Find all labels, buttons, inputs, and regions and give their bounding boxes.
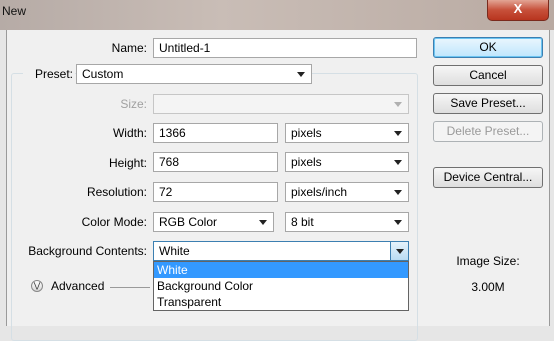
- background-contents-list: White Background Color Transparent: [153, 261, 409, 311]
- device-central-button[interactable]: Device Central...: [433, 167, 543, 188]
- advanced-divider: [110, 287, 150, 288]
- title-bar: New X: [0, 0, 554, 30]
- dropdown-button[interactable]: [390, 242, 408, 260]
- size-dropdown: [153, 94, 409, 114]
- image-size-label: Image Size:: [456, 254, 520, 268]
- image-size-value: 3.00M: [471, 280, 505, 294]
- color-mode-label: Color Mode:: [81, 215, 147, 229]
- preset-label: Preset:: [23, 67, 75, 81]
- width-unit-value: pixels: [291, 126, 322, 140]
- name-field[interactable]: Untitled-1: [153, 38, 417, 58]
- background-contents-label: Background Contents:: [28, 244, 147, 258]
- chevron-down-icon: [394, 160, 402, 165]
- delete-preset-button: Delete Preset...: [433, 121, 543, 142]
- resolution-unit-dropdown[interactable]: pixels/inch: [285, 182, 409, 202]
- chevron-down-icon: [259, 220, 267, 225]
- bit-depth-dropdown[interactable]: 8 bit: [285, 212, 409, 232]
- resolution-label: Resolution:: [86, 185, 147, 199]
- background-contents-dropdown[interactable]: White: [153, 241, 409, 261]
- chevron-down-icon: [394, 131, 402, 136]
- chevron-down-icon: [394, 220, 402, 225]
- width-label: Width:: [112, 126, 147, 140]
- height-label: Height:: [108, 156, 147, 170]
- close-button[interactable]: X: [487, 0, 549, 21]
- advanced-toggle[interactable]: ⋁: [31, 280, 43, 292]
- height-unit-dropdown[interactable]: pixels: [285, 152, 409, 172]
- list-item[interactable]: White: [154, 262, 408, 278]
- size-label: Size:: [120, 97, 147, 111]
- background-contents-value: White: [159, 244, 190, 258]
- width-unit-dropdown[interactable]: pixels: [285, 123, 409, 143]
- cancel-button[interactable]: Cancel: [433, 65, 543, 86]
- close-icon: X: [513, 1, 523, 16]
- ok-button[interactable]: OK: [433, 37, 543, 58]
- chevron-down-icon: [297, 72, 305, 77]
- bit-depth-value: 8 bit: [291, 215, 314, 229]
- chevron-down-icon: [396, 249, 404, 254]
- resolution-unit-value: pixels/inch: [291, 185, 348, 199]
- resolution-field[interactable]: 72: [153, 182, 278, 202]
- chevron-down-icon: [394, 190, 402, 195]
- preset-dropdown[interactable]: Custom: [76, 64, 312, 84]
- width-field[interactable]: 1366: [153, 123, 278, 143]
- preset-value: Custom: [82, 67, 124, 81]
- list-item[interactable]: Background Color: [154, 278, 408, 294]
- color-mode-dropdown[interactable]: RGB Color: [153, 212, 274, 232]
- list-item[interactable]: Transparent: [154, 294, 408, 310]
- color-mode-value: RGB Color: [159, 215, 218, 229]
- height-unit-value: pixels: [291, 155, 322, 169]
- advanced-label[interactable]: Advanced: [51, 279, 104, 293]
- dialog-body: Name: Untitled-1 Preset: Custom Size: Wi…: [6, 30, 550, 341]
- name-label: Name:: [111, 41, 147, 55]
- double-chevron-down-icon: ⋁: [33, 281, 41, 290]
- height-field[interactable]: 768: [153, 152, 278, 172]
- save-preset-button[interactable]: Save Preset...: [433, 93, 543, 114]
- chevron-down-icon: [394, 102, 402, 107]
- window-title: New: [2, 4, 27, 18]
